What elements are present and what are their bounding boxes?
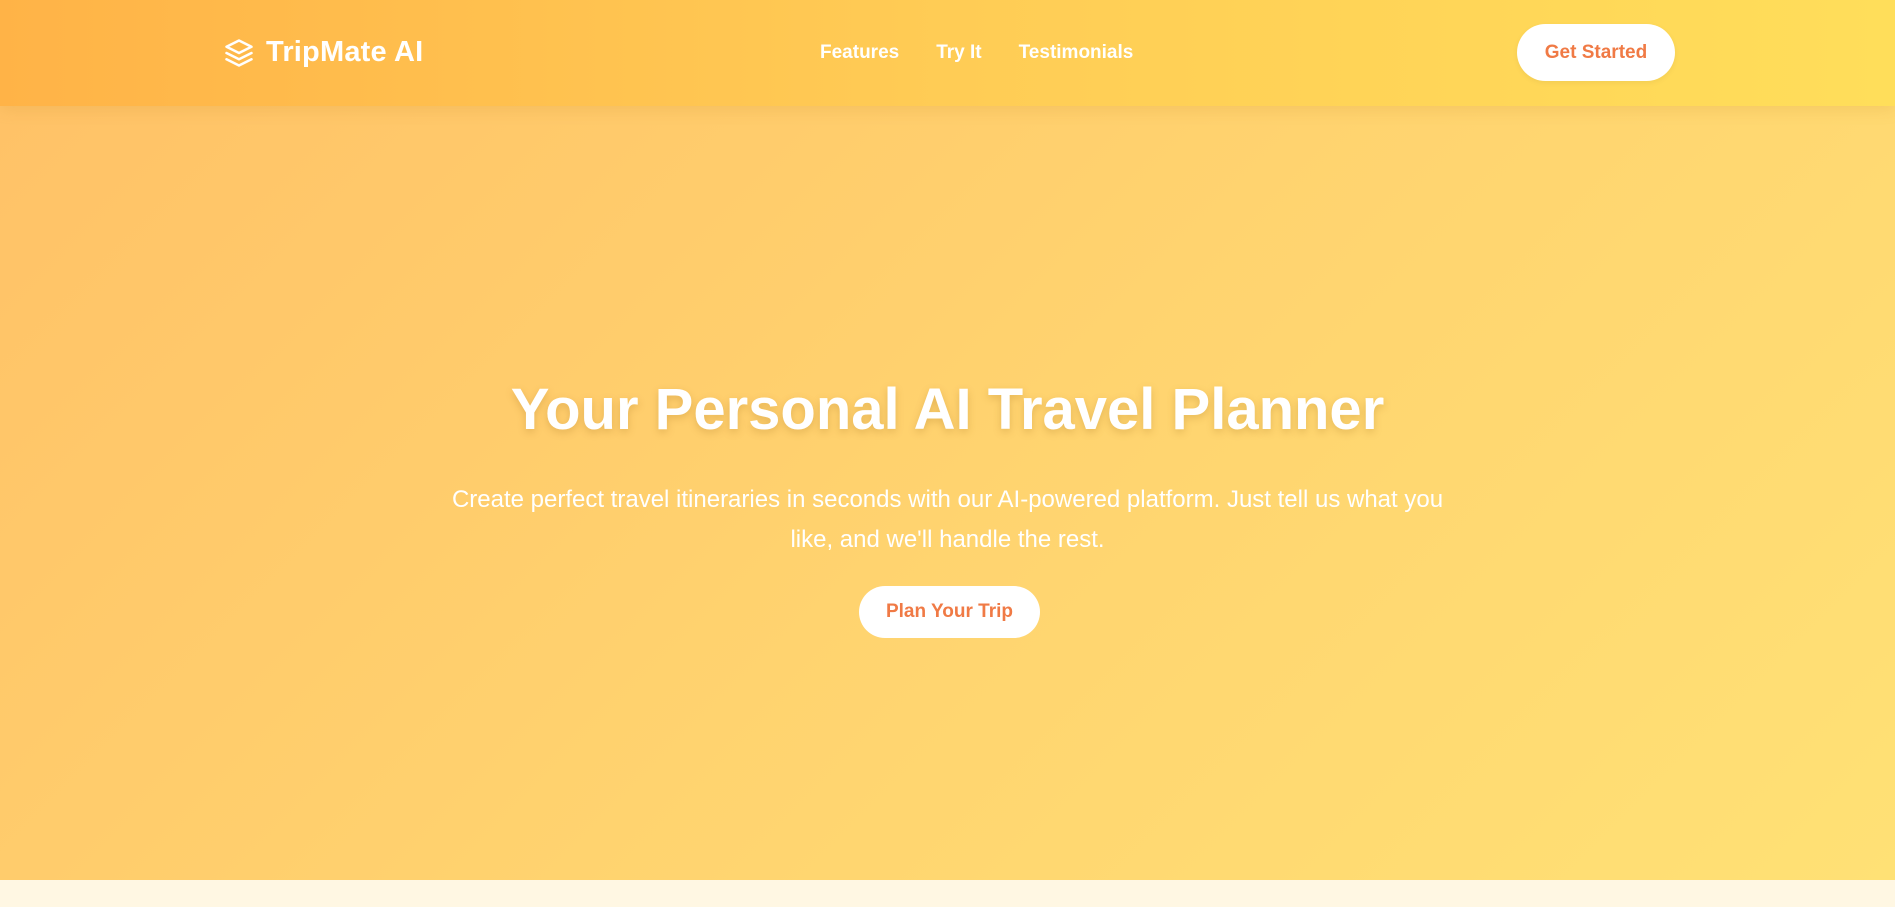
brand-logo[interactable]: TripMate AI <box>224 36 423 69</box>
layers-icon <box>224 38 254 68</box>
site-header: TripMate AI Features Try It Testimonials… <box>0 0 1895 106</box>
nav-link-features[interactable]: Features <box>820 42 899 64</box>
next-section-edge <box>0 880 1895 907</box>
hero-section: Your Personal AI Travel Planner Create p… <box>0 106 1895 880</box>
brand-name: TripMate AI <box>266 36 424 68</box>
get-started-button[interactable]: Get Started <box>1517 24 1675 81</box>
main-nav: Features Try It Testimonials <box>820 42 1133 64</box>
hero-title: Your Personal AI Travel Planner <box>510 377 1385 442</box>
nav-link-testimonials[interactable]: Testimonials <box>1019 42 1134 64</box>
hero-subtitle: Create perfect travel itineraries in sec… <box>451 486 1444 553</box>
plan-your-trip-button[interactable]: Plan Your Trip <box>859 586 1040 638</box>
nav-link-try-it[interactable]: Try It <box>936 42 981 64</box>
